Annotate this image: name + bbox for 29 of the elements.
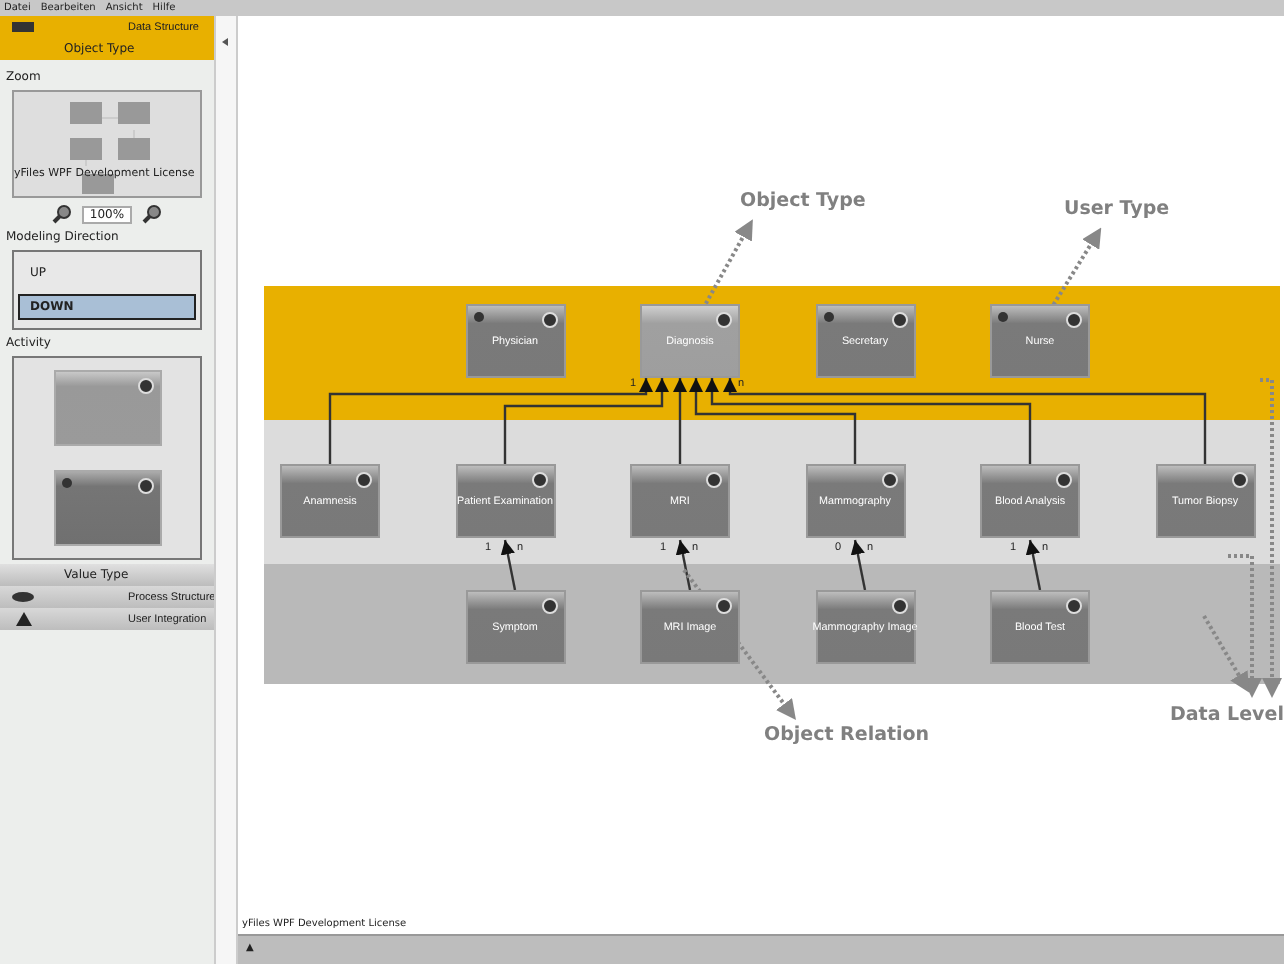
- annotation-label: User Type: [1064, 198, 1170, 220]
- zoom-out-icon[interactable]: [51, 204, 72, 224]
- rectangle-icon: [12, 22, 34, 32]
- toggle-icon: [1066, 598, 1082, 614]
- annotation-label: Data Level: [1170, 704, 1284, 726]
- connector: [675, 539, 692, 591]
- toggle-icon: [706, 472, 722, 488]
- zoom-in-icon[interactable]: [142, 204, 163, 224]
- toggle-icon: [1066, 312, 1082, 328]
- toggle-icon: [531, 472, 547, 488]
- connector: [1025, 539, 1042, 591]
- toggle-icon: [1231, 472, 1247, 488]
- annotation-label: Object Relation: [764, 724, 930, 746]
- toggle-icon: [716, 598, 732, 614]
- toggle-icon: [891, 312, 907, 328]
- activity-tile[interactable]: [53, 370, 161, 446]
- toggle-icon: [881, 472, 897, 488]
- toggle-icon: [541, 312, 557, 328]
- collapse-icon[interactable]: [222, 38, 228, 46]
- connector: [500, 539, 517, 591]
- annotation-label: Object Type: [740, 190, 866, 212]
- triangle-icon: [16, 612, 32, 626]
- activity-tile[interactable]: [53, 470, 161, 546]
- toggle-icon: [716, 312, 732, 328]
- connector: [850, 539, 867, 591]
- ellipse-icon: [12, 592, 34, 602]
- toggle-icon: [1056, 472, 1072, 488]
- toggle-icon: [356, 472, 372, 488]
- toggle-icon: [541, 598, 557, 614]
